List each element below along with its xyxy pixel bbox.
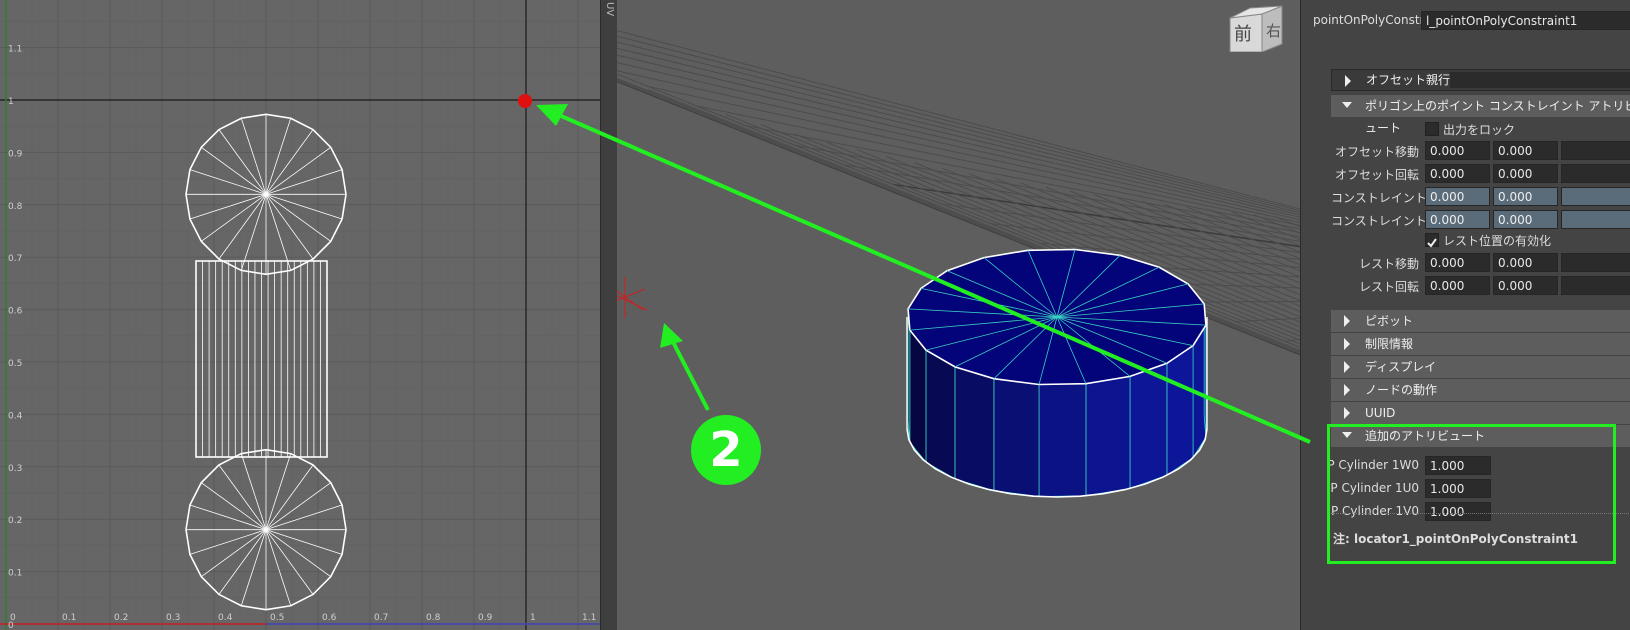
- panel-divider[interactable]: UV: [600, 0, 618, 630]
- viewcube-right-label: 右: [1266, 22, 1281, 40]
- section-label: UUID: [1365, 406, 1396, 420]
- attr-row-label: レスト回転: [1358, 280, 1419, 294]
- uv-tick-label-x: 0.7: [374, 613, 388, 623]
- uv-tick-label-y: 0: [8, 621, 14, 630]
- attr-value-field[interactable]: 0.000: [1493, 210, 1558, 229]
- expand-arrow-icon: [1344, 407, 1350, 419]
- enable-rest-label: レスト位置の有効化: [1443, 234, 1552, 248]
- uv-grid: [0, 0, 600, 630]
- uv-tick-label-y: 0.1: [8, 569, 22, 579]
- uv-cap-bottom-shell: [185, 448, 347, 611]
- attr-value-field[interactable]: [1561, 164, 1630, 183]
- section-label: ディスプレイ: [1365, 360, 1437, 374]
- attr-value-field[interactable]: [1561, 141, 1630, 160]
- uv-canvas[interactable]: 0 0.1 0.2 0.3 0.4 0.5 0.6 0.7 0.8 0.9 1 1.1 1.1 1 0.9 0…: [0, 0, 600, 630]
- uv-tick-label-x: 1.1: [582, 613, 596, 623]
- attr-value-field[interactable]: 0.000: [1425, 276, 1490, 295]
- viewport-canvas[interactable]: [617, 0, 1300, 630]
- uv-tick-label-y: 1.1: [8, 45, 22, 55]
- expand-arrow-icon: [1344, 361, 1350, 373]
- uv-tick-label-x: 1: [530, 613, 536, 623]
- uv-tick-label-y: 0.5: [8, 359, 22, 369]
- section-collapsed[interactable]: ディスプレイ: [1331, 356, 1630, 378]
- uv-tick-label-x: 0.6: [322, 613, 337, 623]
- attr-value-field[interactable]: [1561, 210, 1630, 229]
- expand-arrow-icon: [1344, 315, 1350, 327]
- section-label: ピボット: [1365, 314, 1414, 328]
- uv-tick-label-x: 0.1: [62, 613, 76, 623]
- attr-row-label: コンストレイント回転: [1331, 214, 1451, 228]
- node-name-field[interactable]: l_pointOnPolyConstraint1: [1421, 11, 1630, 30]
- uv-side-shell: [195, 260, 328, 458]
- uv-tick-label-y: 0.8: [8, 202, 23, 212]
- uv-tick-label-y: 1: [8, 97, 14, 107]
- uv-tick-label-x: 0.4: [218, 613, 233, 623]
- attr-value-field[interactable]: 0.000: [1425, 141, 1490, 160]
- attr-value-field[interactable]: 0.000: [1493, 164, 1558, 183]
- viewcube-front-label: 前: [1234, 24, 1252, 45]
- uv-tick-label-x: 0.5: [270, 613, 284, 623]
- expand-arrow-icon: [1344, 338, 1350, 350]
- attr-value-field[interactable]: 0.000: [1425, 187, 1490, 206]
- uv-constraint-point: [518, 94, 532, 108]
- highlight-box: [1327, 424, 1616, 564]
- attr-value-field[interactable]: 0.000: [1493, 141, 1558, 160]
- uv-tick-label-x: 0.8: [426, 613, 441, 623]
- step-number-badge: 2: [691, 415, 761, 485]
- section-collapsed[interactable]: UUID: [1331, 402, 1630, 424]
- locator-icon: [617, 277, 648, 318]
- expand-arrow-icon: [1344, 384, 1350, 396]
- check-icon: [1427, 238, 1437, 248]
- attr-value-field[interactable]: 0.000: [1493, 253, 1558, 272]
- attr-value-field[interactable]: 0.000: [1425, 210, 1490, 229]
- uv-tick-label-y: 0.7: [8, 254, 22, 264]
- attr-row-label: オフセット回転: [1334, 168, 1419, 182]
- attr-row-label: レスト移動: [1358, 257, 1419, 271]
- 3d-viewport[interactable]: [617, 0, 1300, 630]
- enable-rest-checkbox[interactable]: [1425, 233, 1439, 248]
- attr-value-field[interactable]: 0.000: [1425, 253, 1490, 272]
- attr-value-field[interactable]: [1561, 276, 1630, 295]
- expand-arrow-icon: [1345, 75, 1351, 87]
- uv-tick-label-x: 0.9: [478, 613, 493, 623]
- section-collapsed[interactable]: ノードの動作: [1331, 379, 1630, 401]
- uv-tick-label-y: 0.3: [8, 464, 22, 474]
- offset-parent-label: オフセット親行列: [1366, 73, 1463, 87]
- attr-row-label: コンストレイント移動: [1331, 191, 1451, 205]
- uv-tick-label-x: 0.3: [166, 613, 180, 623]
- section-label: 制限情報: [1365, 337, 1414, 351]
- uv-tick-label-x: 0.2: [114, 613, 128, 623]
- uv-editor-panel[interactable]: 0 0.1 0.2 0.3 0.4 0.5 0.6 0.7 0.8 0.9 1 1.1 1.1 1 0.9 0…: [0, 0, 600, 630]
- lock-output-label: 出力をロック: [1443, 123, 1516, 137]
- uv-cap-top-shell: [185, 113, 347, 276]
- section-constraint-attributes[interactable]: ポリゴン上のポイント コンストレイント アトリビュート: [1331, 95, 1630, 135]
- uv-tick-label-y: 0.4: [8, 411, 23, 421]
- offset-parent-section[interactable]: オフセット親行列: [1331, 69, 1630, 91]
- divider-label: UV: [604, 2, 615, 17]
- attr-value-field[interactable]: [1561, 187, 1630, 206]
- attr-value-field[interactable]: 0.000: [1425, 164, 1490, 183]
- attr-value-field[interactable]: 0.000: [1493, 187, 1558, 206]
- cylinder-mesh: [906, 248, 1208, 498]
- attr-row-label: オフセット移動: [1334, 145, 1419, 159]
- uv-tick-label-y: 0.9: [8, 149, 23, 159]
- attr-value-field[interactable]: 0.000: [1493, 276, 1558, 295]
- lock-output-checkbox[interactable]: [1425, 122, 1439, 136]
- uv-tick-label-y: 0.6: [8, 307, 23, 317]
- section-label: ノードの動作: [1365, 383, 1438, 397]
- offset-parent-field[interactable]: [1450, 72, 1630, 88]
- section-collapsed[interactable]: 制限情報: [1331, 333, 1630, 355]
- uv-tick-label-y: 0.2: [8, 516, 22, 526]
- collapse-arrow-icon: [1342, 102, 1352, 108]
- viewcube-icon[interactable]: 前 右: [1222, 0, 1286, 52]
- section-collapsed[interactable]: ピボット: [1331, 310, 1630, 332]
- attr-value-field[interactable]: [1561, 253, 1630, 272]
